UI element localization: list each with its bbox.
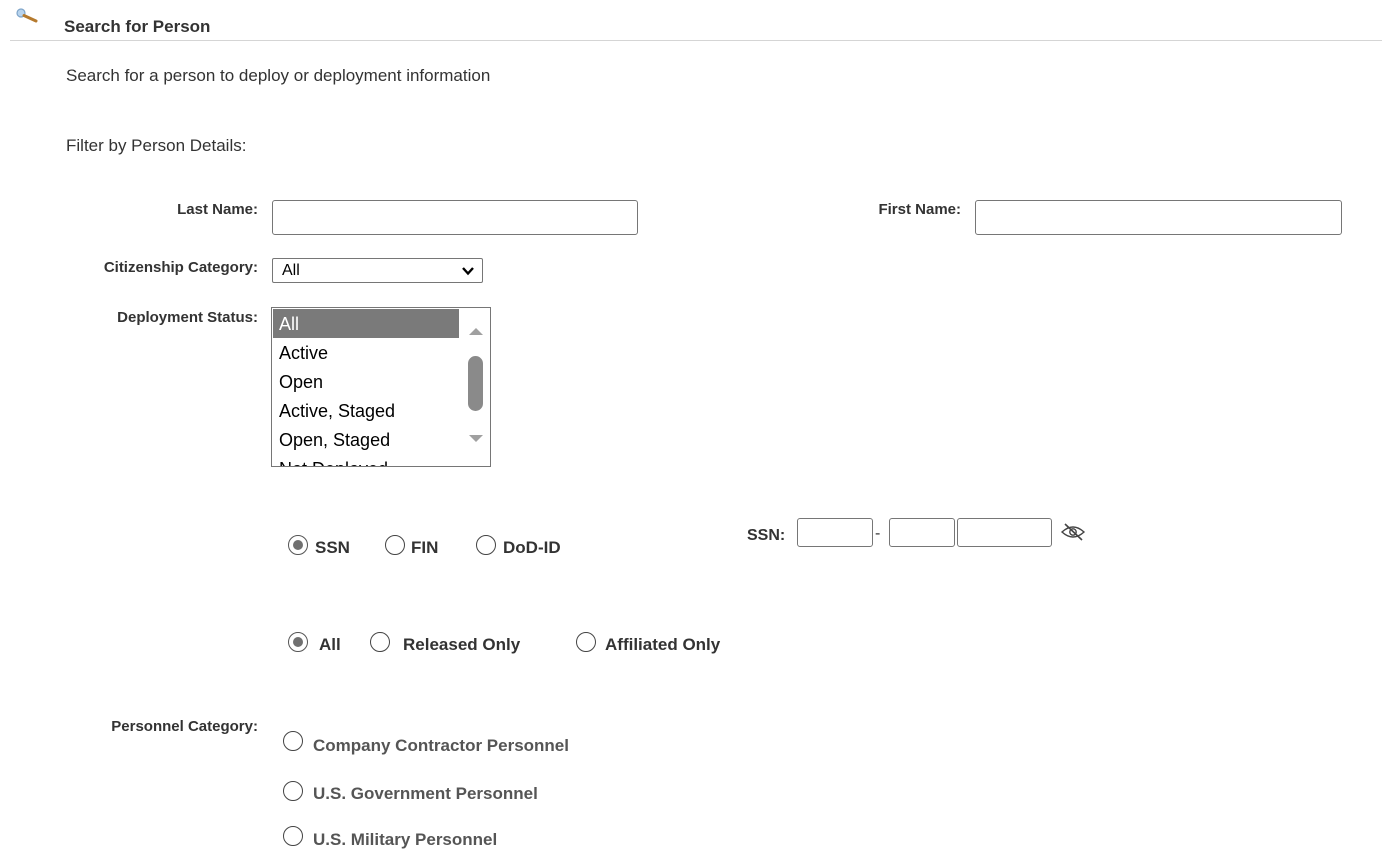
first-name-input[interactable] <box>975 200 1342 235</box>
radio-company-contractor[interactable] <box>283 731 303 751</box>
citizenship-label: Citizenship Category: <box>103 259 258 276</box>
radio-us-government-label: U.S. Government Personnel <box>313 784 538 803</box>
last-name-input[interactable] <box>272 200 638 235</box>
last-name-label: Last Name: <box>177 201 258 218</box>
listbox-option-active-staged[interactable]: Active, Staged <box>273 396 459 425</box>
chevron-down-icon <box>462 267 474 276</box>
personnel-category-label: Personnel Category: <box>111 718 258 735</box>
listbox-option-open[interactable]: Open <box>273 367 459 396</box>
filter-heading: Filter by Person Details: <box>66 136 247 155</box>
scroll-down-arrow-icon[interactable] <box>468 434 484 443</box>
ssn-part1-input[interactable] <box>797 518 873 547</box>
deployment-status-listbox[interactable]: All Active Open Active, Staged Open, Sta… <box>271 307 491 467</box>
first-name-label: First Name: <box>878 201 961 218</box>
radio-company-contractor-label: Company Contractor Personnel <box>313 736 569 755</box>
ssn-label: SSN: <box>747 527 786 544</box>
ssn-part3-input[interactable] <box>957 518 1052 547</box>
listbox-scrollbar-thumb[interactable] <box>468 356 483 411</box>
ssn-separator: - <box>875 525 881 542</box>
deployment-status-label: Deployment Status: <box>117 309 258 326</box>
radio-released-only[interactable] <box>370 632 390 652</box>
radio-affiliated-only[interactable] <box>576 632 596 652</box>
radio-ssn[interactable] <box>288 535 308 555</box>
listbox-option-all[interactable]: All <box>273 309 459 338</box>
radio-us-military-label: U.S. Military Personnel <box>313 830 498 849</box>
radio-all-label: All <box>319 635 341 654</box>
radio-us-military[interactable] <box>283 826 303 846</box>
listbox-option-open-staged[interactable]: Open, Staged <box>273 425 459 454</box>
radio-all[interactable] <box>288 632 308 652</box>
radio-us-government[interactable] <box>283 781 303 801</box>
radio-released-only-label: Released Only <box>403 635 521 654</box>
magnifier-icon <box>16 8 38 23</box>
listbox-option-active[interactable]: Active <box>273 338 459 367</box>
radio-dod-id-label: DoD-ID <box>503 538 561 557</box>
eye-slash-icon[interactable] <box>1060 522 1086 542</box>
radio-ssn-label: SSN <box>315 538 350 557</box>
page-description: Search for a person to deploy or deploym… <box>66 66 491 85</box>
citizenship-selected-value: All <box>282 262 300 279</box>
radio-affiliated-only-label: Affiliated Only <box>605 635 721 654</box>
citizenship-select[interactable]: All <box>272 258 483 283</box>
ssn-part2-input[interactable] <box>889 518 955 547</box>
page-title: Search for Person <box>64 17 211 36</box>
header-divider <box>10 40 1382 41</box>
listbox-option-not-deployed[interactable]: Not Deployed <box>273 454 459 466</box>
radio-fin-label: FIN <box>411 538 439 557</box>
radio-fin[interactable] <box>385 535 405 555</box>
radio-dod-id[interactable] <box>476 535 496 555</box>
scroll-up-arrow-icon[interactable] <box>468 327 484 336</box>
